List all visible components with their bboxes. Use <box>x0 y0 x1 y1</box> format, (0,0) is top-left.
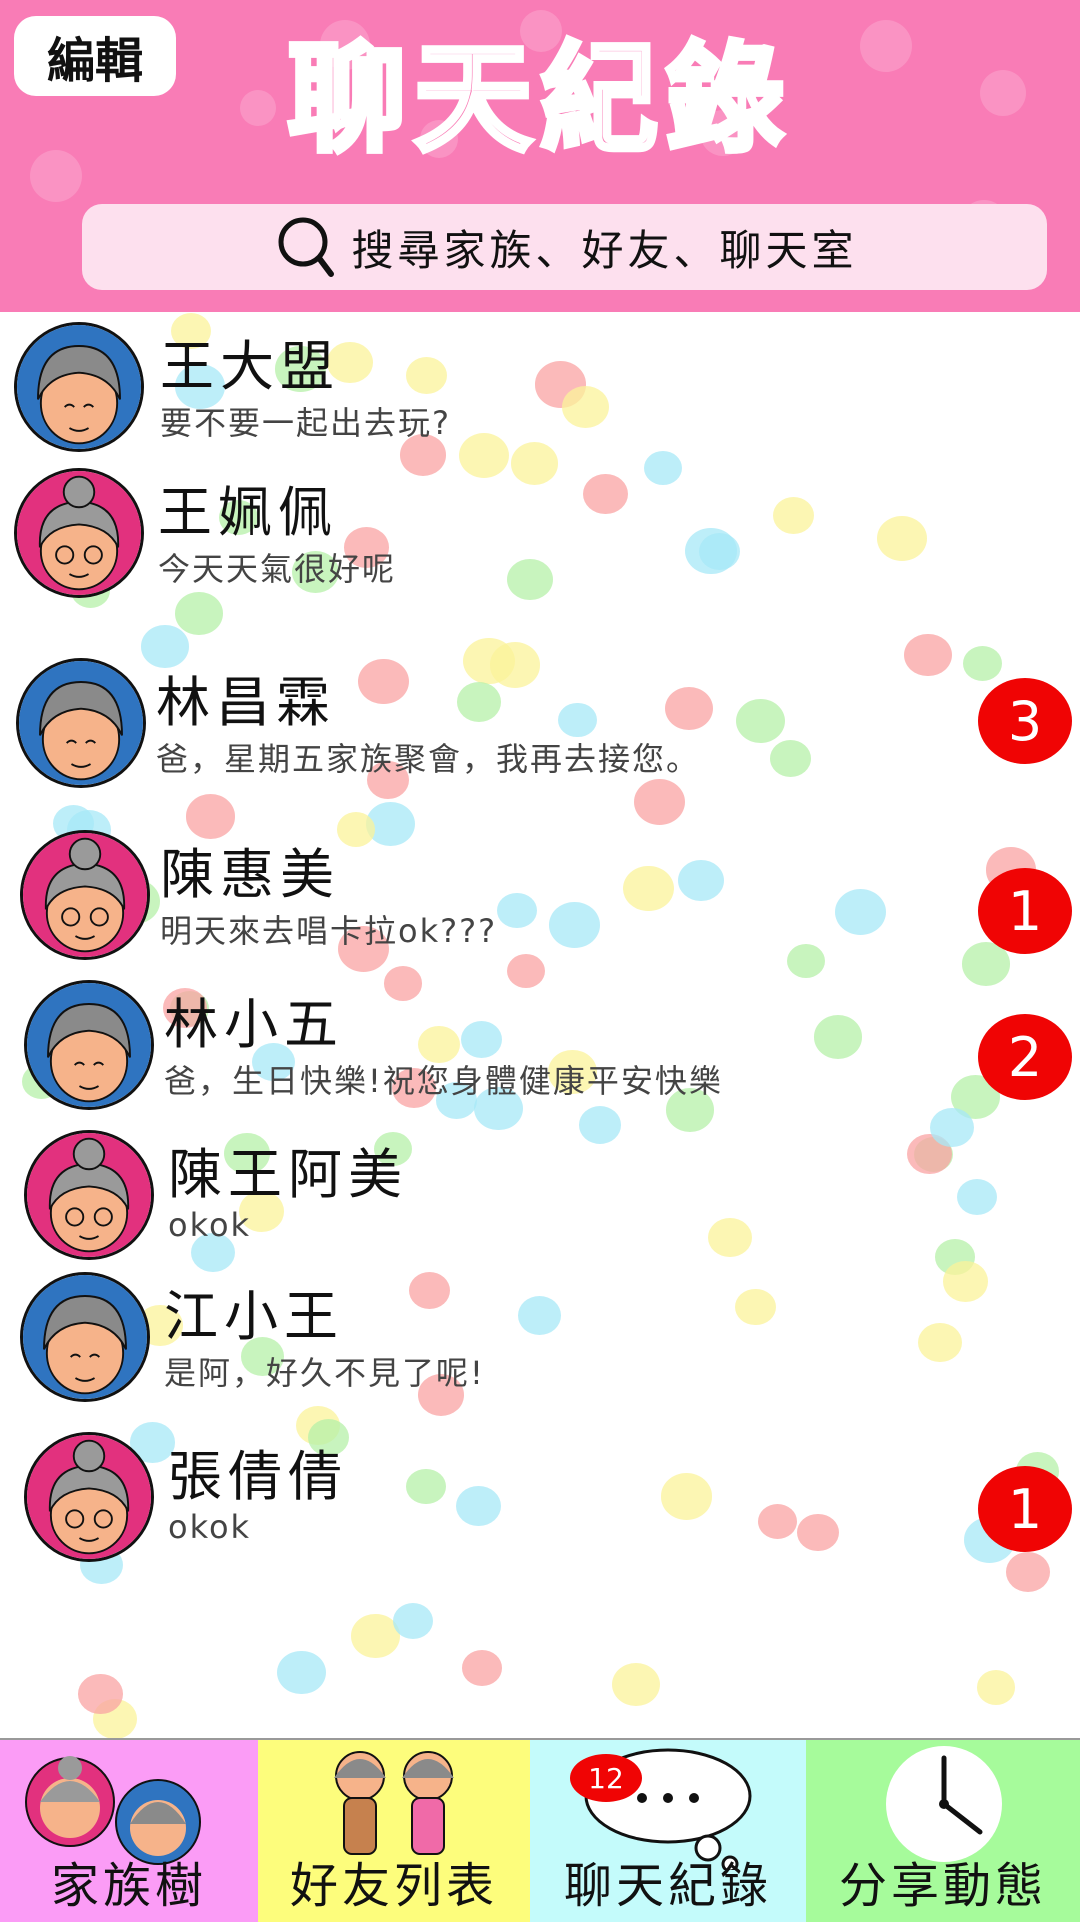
background-dot <box>78 1673 123 1714</box>
chat-name: 王姵佩 <box>158 481 338 544</box>
chat-last-message: 明天來去唱卡拉ok??? <box>160 912 498 950</box>
grandpa-avatar <box>20 1272 150 1402</box>
nav-label-family: 家族樹 <box>50 1858 207 1914</box>
chat-row[interactable]: 林昌霖爸，星期五家族聚會，我再去接您。 3 <box>0 636 1080 806</box>
grandma-avatar <box>20 830 150 960</box>
background-dot <box>392 1603 433 1640</box>
nav-label-share: 分享動態 <box>838 1858 1047 1914</box>
chat-last-message: 要不要一起出去玩? <box>160 404 451 442</box>
search-bar[interactable]: 搜尋家族、好友、聊天室 <box>82 204 1047 290</box>
chat-last-message: 是阿，好久不見了呢! <box>164 1354 485 1392</box>
nav-tab-friends[interactable]: 好友列表 <box>258 1740 530 1922</box>
chat-name: 江小王 <box>164 1285 344 1348</box>
grandma-avatar <box>14 468 144 598</box>
chat-last-message: 爸，星期五家族聚會，我再去接您。 <box>156 740 701 778</box>
search-placeholder: 搜尋家族、好友、聊天室 <box>351 225 858 275</box>
search-icon <box>278 217 335 277</box>
chat-row[interactable]: 陳惠美明天來去唱卡拉ok??? 1 <box>0 806 1080 976</box>
chat-row[interactable]: 王姵佩今天天氣很好呢 <box>0 462 1080 632</box>
chat-last-message: 今天天氣很好呢 <box>158 550 397 588</box>
chat-last-message: okok <box>168 1508 252 1546</box>
grandpa-avatar <box>16 658 146 788</box>
unread-badge: 3 <box>978 678 1072 764</box>
chat-row[interactable]: 江小王是阿，好久不見了呢! <box>0 1260 1080 1430</box>
background-dot <box>611 1662 660 1706</box>
grandma-avatar <box>24 1432 154 1562</box>
background-dot <box>976 1669 1016 1705</box>
chat-name: 陳王阿美 <box>168 1143 408 1206</box>
nav-label-friends: 好友列表 <box>289 1858 498 1914</box>
chat-row[interactable]: 王大盟要不要一起出去玩? <box>0 312 1080 482</box>
page-title: 聊天紀錄 <box>285 29 792 168</box>
nav-tab-share[interactable]: 分享動態 <box>806 1740 1080 1922</box>
unread-badge: 2 <box>978 1014 1072 1100</box>
chat-name: 林昌霖 <box>156 671 336 734</box>
header-bar: 編輯 聊天紀錄 搜尋家族、好友、聊天室 <box>0 0 1080 312</box>
chat-last-message: okok <box>168 1206 252 1244</box>
chat-name: 王大盟 <box>160 335 340 398</box>
grandma-avatar <box>24 1130 154 1260</box>
background-dot <box>461 1649 502 1686</box>
chat-last-message: 爸，生日快樂!祝您身體健康平安快樂 <box>164 1062 723 1100</box>
nav-tab-chat[interactable]: 12 聊天紀錄 <box>530 1740 806 1922</box>
grandpa-avatar <box>24 980 154 1110</box>
grandpa-avatar <box>14 322 144 452</box>
unread-badge: 1 <box>978 1466 1072 1552</box>
chat-list: 王大盟 要不要一起出去玩? 王姵佩 今天天氣很好呢 林昌霖 爸，星期五家族聚會，我再去接您… <box>0 312 1080 1738</box>
nav-label-chat: 聊天紀錄 <box>563 1858 772 1914</box>
chat-name: 林小五 <box>164 993 344 1056</box>
unread-badge: 1 <box>978 868 1072 954</box>
background-dot <box>277 1651 326 1695</box>
chat-name: 陳惠美 <box>160 843 340 906</box>
nav-tab-family[interactable]: 家族樹 <box>0 1740 258 1922</box>
chat-row[interactable]: 陳王阿美 okok <box>0 1112 1080 1282</box>
bottom-nav: 家族樹 好友列表 12 聊天紀錄 分享動態 <box>0 1738 1080 1922</box>
chat-row[interactable]: 林小五爸，生日快樂!祝您身體健康平安快樂 2 <box>0 960 1080 1130</box>
chat-row[interactable]: 張倩倩 okok 1 <box>0 1408 1080 1578</box>
chat-name: 張倩倩 <box>168 1445 348 1508</box>
chat-unread-badge: 12 <box>570 1754 642 1802</box>
